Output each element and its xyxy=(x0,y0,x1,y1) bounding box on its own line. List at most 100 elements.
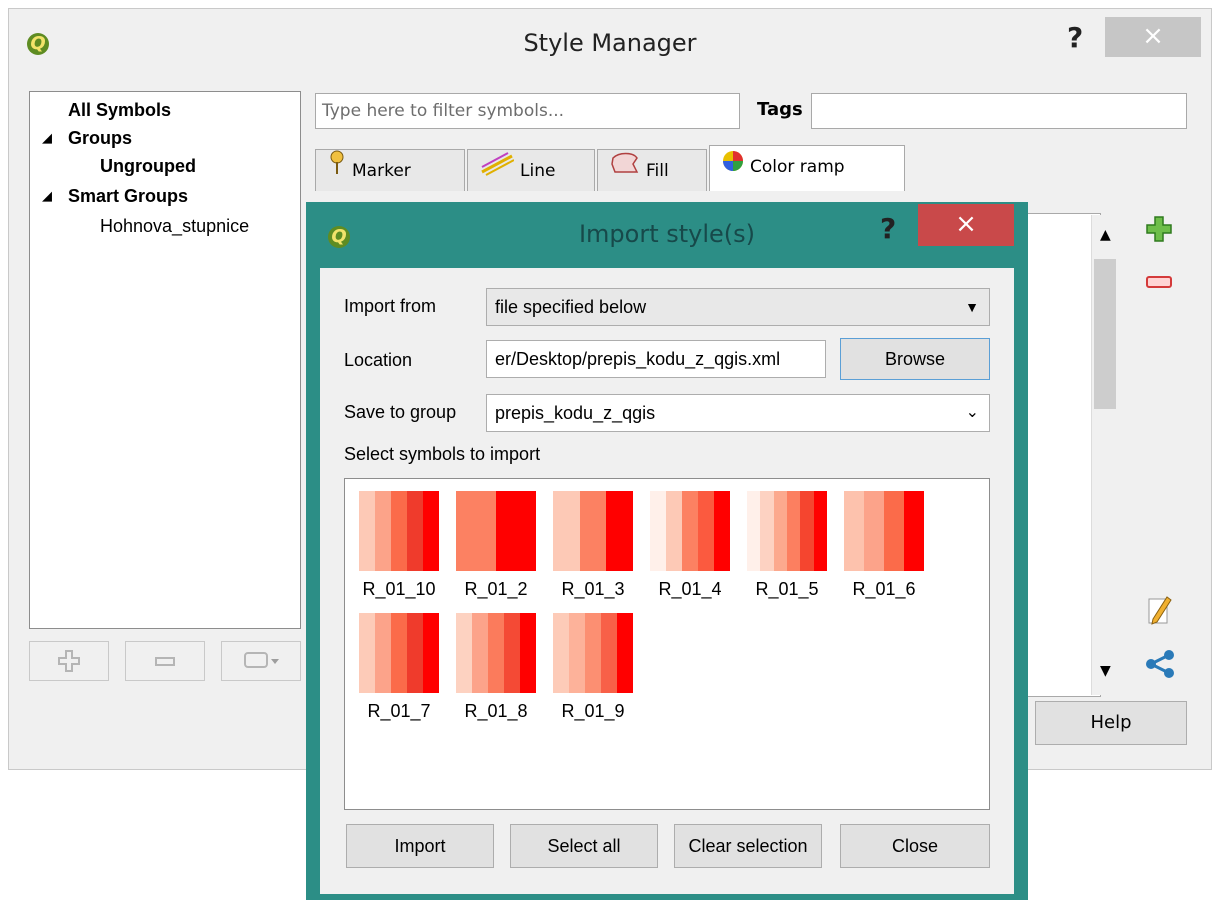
edit-item-icon[interactable] xyxy=(1145,593,1175,632)
tab-line[interactable]: Line xyxy=(467,149,595,191)
remove-group-button[interactable] xyxy=(125,641,205,681)
tree-item-smart-groups[interactable]: Smart Groups xyxy=(68,186,188,207)
swatch-band xyxy=(601,613,617,693)
import-button[interactable]: Import xyxy=(346,824,494,868)
swatch-band xyxy=(585,613,601,693)
swatch-band xyxy=(760,491,774,571)
dropdown-arrow-icon: ▼ xyxy=(965,299,979,315)
tab-fill[interactable]: Fill xyxy=(597,149,707,191)
location-label: Location xyxy=(344,350,413,370)
help-icon[interactable]: ? xyxy=(1067,21,1083,54)
symbol-name: R_01_3 xyxy=(561,579,625,599)
swatch-band xyxy=(520,613,536,693)
color-ramp-swatch xyxy=(553,491,634,571)
help-icon[interactable]: ? xyxy=(880,212,896,245)
swatch-band xyxy=(504,613,520,693)
group-tree[interactable]: All Symbols ◢ Groups Ungrouped ◢ Smart G… xyxy=(29,91,301,629)
edit-group-button[interactable] xyxy=(221,641,301,681)
close-button[interactable]: × xyxy=(918,204,1014,246)
save-to-group-value: prepis_kodu_z_qgis xyxy=(495,403,656,423)
swatch-band xyxy=(423,613,439,693)
swatch-band xyxy=(391,491,407,571)
scrollbar-thumb[interactable] xyxy=(1094,259,1116,409)
swatch-band xyxy=(391,613,407,693)
expand-arrow-icon[interactable]: ◢ xyxy=(42,188,52,204)
swatch-band xyxy=(472,613,488,693)
import-from-value: file specified below xyxy=(495,297,647,317)
add-item-icon[interactable] xyxy=(1145,215,1175,250)
tab-marker[interactable]: Marker xyxy=(315,149,465,191)
symbol-name: R_01_7 xyxy=(367,701,431,721)
close-button[interactable]: × xyxy=(1105,17,1201,57)
import-from-select[interactable]: file specified below ▼ xyxy=(486,288,990,326)
close-button[interactable]: Close xyxy=(840,824,990,868)
swatch-band xyxy=(359,491,375,571)
swatch-band xyxy=(553,613,569,693)
tab-label: Marker xyxy=(352,161,411,181)
browse-button[interactable]: Browse xyxy=(840,338,990,380)
tags-input[interactable] xyxy=(811,93,1187,129)
share-icon[interactable] xyxy=(1145,649,1177,684)
import-style-dialog: Q Import style(s) ? × Import from file s… xyxy=(306,202,1028,900)
filter-input[interactable]: Type here to filter symbols... xyxy=(315,93,740,129)
swatch-band xyxy=(456,491,496,571)
swatch-band xyxy=(606,491,634,571)
color-ramp-swatch xyxy=(456,613,536,693)
swatch-band xyxy=(682,491,698,571)
swatch-band xyxy=(456,613,472,693)
tags-label: Tags xyxy=(757,99,803,120)
tree-item-ungrouped[interactable]: Ungrouped xyxy=(100,156,196,177)
swatch-band xyxy=(496,491,536,571)
swatch-band xyxy=(666,491,682,571)
swatch-band xyxy=(407,613,423,693)
color-ramp-swatch xyxy=(456,491,536,571)
remove-item-icon[interactable] xyxy=(1145,275,1175,296)
select-symbols-label: Select symbols to import xyxy=(344,444,541,464)
symbol-name: R_01_5 xyxy=(755,579,819,599)
fill-icon xyxy=(610,150,640,192)
select-all-button[interactable]: Select all xyxy=(510,824,658,868)
tab-label: Fill xyxy=(646,161,669,181)
help-button[interactable]: Help xyxy=(1035,701,1187,745)
swatch-band xyxy=(747,491,761,571)
save-to-group-select[interactable]: prepis_kodu_z_qgis ⌄ xyxy=(486,394,990,432)
symbols-list[interactable]: R_01_10 R_01_2 R_01_3 R_01_4 R_01_5 R_01_6 R_0… xyxy=(344,478,990,810)
import-from-label: Import from xyxy=(344,296,437,316)
swatch-band xyxy=(375,491,391,571)
color-ramp-swatch xyxy=(553,613,633,693)
window-title: Style Manager xyxy=(523,29,697,57)
color-ramp-icon xyxy=(722,146,744,188)
swatch-band xyxy=(617,613,633,693)
tree-item-all-symbols[interactable]: All Symbols xyxy=(68,100,171,121)
swatch-band xyxy=(650,491,666,571)
tree-item-hohnova-stupnice[interactable]: Hohnova_stupnice xyxy=(100,216,249,237)
swatch-band xyxy=(375,613,391,693)
tab-label: Color ramp xyxy=(750,157,845,177)
add-icon xyxy=(58,650,80,672)
swatch-band xyxy=(904,491,924,571)
color-ramp-swatch xyxy=(747,491,827,571)
vertical-scrollbar[interactable]: ▲ ▼ xyxy=(1091,215,1119,695)
location-input[interactable]: er/Desktop/prepis_kodu_z_qgis.xml xyxy=(486,340,826,378)
swatch-band xyxy=(488,613,504,693)
save-to-group-label: Save to group xyxy=(344,402,457,422)
swatch-band xyxy=(884,491,904,571)
expand-arrow-icon[interactable]: ◢ xyxy=(42,130,52,146)
line-icon xyxy=(480,150,515,192)
symbol-name: R_01_8 xyxy=(464,701,528,721)
symbol-name: R_01_2 xyxy=(464,579,528,599)
color-ramp-swatch xyxy=(359,491,439,571)
tab-color-ramp[interactable]: Color ramp xyxy=(709,145,905,191)
symbol-name: R_01_4 xyxy=(658,579,722,599)
remove-icon xyxy=(155,657,175,666)
tree-item-groups[interactable]: Groups xyxy=(68,128,132,149)
swatch-band xyxy=(773,491,787,571)
swatch-band xyxy=(786,491,801,571)
scroll-up-icon[interactable]: ▲ xyxy=(1100,227,1111,243)
scroll-down-icon[interactable]: ▼ xyxy=(1100,663,1111,679)
swatch-band xyxy=(579,491,607,571)
add-group-button[interactable] xyxy=(29,641,109,681)
swatch-band xyxy=(714,491,730,571)
swatch-band xyxy=(359,613,375,693)
clear-selection-button[interactable]: Clear selection xyxy=(674,824,822,868)
